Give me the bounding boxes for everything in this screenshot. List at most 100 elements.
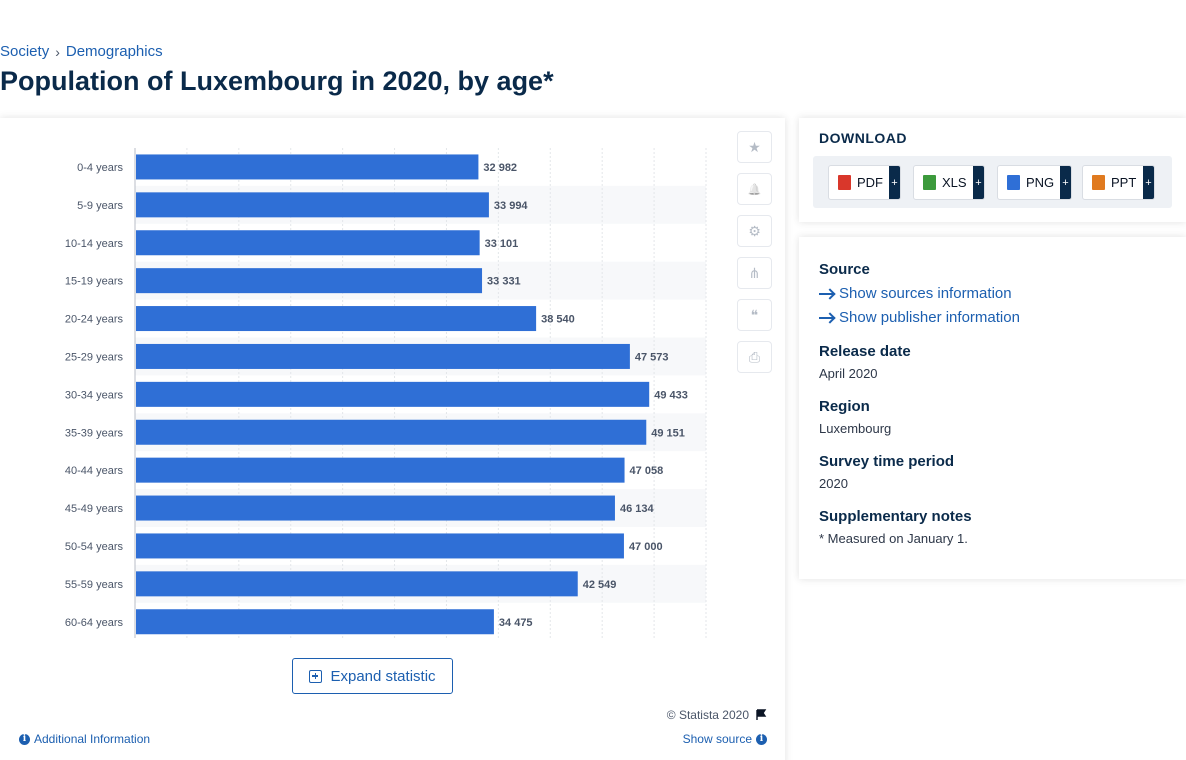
png-file-icon: [1007, 175, 1020, 190]
xls-file-icon: [923, 175, 936, 190]
download-ppt-button[interactable]: PPT +: [1082, 165, 1155, 200]
chart-fade-overlay: [130, 706, 720, 736]
category-label: 25-29 years: [65, 351, 124, 363]
share-button[interactable]: ⋔: [737, 257, 772, 289]
download-xls-button[interactable]: XLS +: [913, 165, 985, 200]
pdf-file-icon: [838, 175, 851, 190]
category-label: 0-4 years: [77, 162, 123, 174]
survey-period-label: Survey time period: [819, 453, 955, 470]
value-label: 47 058: [630, 465, 664, 477]
bar: [136, 306, 537, 332]
plus-icon: +: [1060, 166, 1071, 199]
expand-icon: [309, 669, 323, 683]
gear-icon: ⚙: [748, 222, 761, 239]
category-label: 30-34 years: [65, 389, 124, 401]
chart-card: 0-4 years 32 982 5-9 years 33 994 10-14 year…: [0, 118, 785, 760]
bar: [136, 495, 615, 521]
bar: [136, 381, 650, 407]
region-value: Luxembourg: [819, 421, 892, 436]
category-label: 20-24 years: [65, 314, 124, 326]
value-label: 33 331: [487, 276, 521, 288]
bar: [136, 192, 489, 218]
category-label: 10-14 years: [65, 238, 124, 250]
download-png-button[interactable]: PNG +: [997, 165, 1072, 200]
value-label: 34 475: [499, 617, 533, 629]
quote-icon: ❝: [750, 306, 759, 323]
bar: [136, 268, 483, 294]
download-panel: PDF + XLS + PNG + PPT +: [813, 156, 1172, 208]
source-label: Source: [819, 261, 870, 278]
show-sources-label: Show sources information: [839, 285, 1012, 302]
download-ppt-label: PPT: [1111, 175, 1137, 190]
breadcrumb-link-society[interactable]: Society: [0, 43, 49, 60]
copyright: © Statista 2020: [667, 708, 767, 722]
download-title: DOWNLOAD: [819, 130, 907, 146]
value-label: 33 101: [485, 238, 519, 250]
breadcrumb-link-demographics[interactable]: Demographics: [66, 43, 163, 60]
share-icon: ⋔: [748, 264, 761, 281]
bar: [136, 571, 578, 597]
value-label: 49 151: [651, 427, 685, 439]
survey-period-value: 2020: [819, 476, 848, 491]
breadcrumb-separator: ›: [55, 43, 60, 60]
bar: [136, 609, 494, 635]
show-publisher-label: Show publisher information: [839, 309, 1020, 326]
settings-button[interactable]: ⚙: [737, 215, 772, 247]
info-icon: i: [756, 733, 767, 745]
value-label: 33 994: [494, 200, 529, 212]
bar: [136, 457, 625, 483]
value-label: 42 549: [583, 579, 617, 591]
plus-icon: +: [1143, 166, 1154, 199]
category-label: 5-9 years: [77, 200, 123, 212]
download-xls-label: XLS: [942, 175, 967, 190]
cite-button[interactable]: ❝: [737, 299, 772, 331]
expand-label: Expand statistic: [330, 667, 436, 685]
plus-icon: +: [889, 166, 900, 199]
bar-chart: 0-4 years 32 982 5-9 years 33 994 10-14 year…: [65, 148, 707, 638]
download-card: DOWNLOAD PDF + XLS + PNG + PPT +: [799, 118, 1186, 222]
flag-icon[interactable]: [755, 709, 767, 721]
print-button[interactable]: ⎙: [737, 341, 772, 373]
arrow-right-icon: [819, 292, 833, 295]
value-label: 38 540: [541, 314, 575, 326]
download-pdf-button[interactable]: PDF +: [828, 165, 901, 200]
favorite-button[interactable]: ★: [737, 131, 772, 163]
value-label: 49 433: [654, 389, 688, 401]
bar: [136, 419, 647, 445]
download-png-label: PNG: [1026, 175, 1055, 190]
category-label: 15-19 years: [65, 276, 124, 288]
expand-statistic-button[interactable]: Expand statistic: [292, 658, 453, 694]
info-card: Source Show sources information Show pub…: [799, 237, 1186, 579]
bar: [136, 154, 479, 180]
value-label: 32 982: [483, 162, 517, 174]
category-label: 40-44 years: [65, 465, 124, 477]
bar: [136, 343, 630, 369]
value-label: 46 134: [620, 503, 655, 515]
release-date-value: April 2020: [819, 366, 878, 381]
release-date-label: Release date: [819, 343, 911, 360]
category-label: 55-59 years: [65, 579, 124, 591]
print-icon: ⎙: [748, 348, 761, 365]
breadcrumb: Society › Demographics: [0, 43, 163, 60]
show-sources-link[interactable]: Show sources information: [819, 285, 1012, 302]
show-source-link[interactable]: Show source i: [683, 732, 767, 746]
supplementary-notes-label: Supplementary notes: [819, 508, 972, 525]
chart-toolbar: ★ 🔔 ⚙ ⋔ ❝ ⎙: [737, 131, 772, 373]
category-label: 35-39 years: [65, 427, 124, 439]
ppt-file-icon: [1092, 175, 1105, 190]
notification-button[interactable]: 🔔: [737, 173, 772, 205]
category-label: 45-49 years: [65, 503, 124, 515]
additional-info-label: Additional Information: [34, 732, 151, 746]
additional-info-link[interactable]: i Additional Information: [19, 732, 150, 746]
region-label: Region: [819, 398, 870, 415]
star-icon: ★: [748, 138, 761, 155]
category-label: 50-54 years: [65, 541, 124, 553]
page-title: Population of Luxembourg in 2020, by age…: [0, 66, 554, 96]
supplementary-notes-value: * Measured on January 1.: [819, 531, 968, 546]
bar: [136, 230, 480, 256]
info-icon: i: [19, 733, 30, 745]
show-source-label: Show source: [682, 732, 752, 746]
show-publisher-link[interactable]: Show publisher information: [819, 309, 1020, 326]
category-label: 60-64 years: [65, 617, 124, 629]
value-label: 47 573: [635, 351, 669, 363]
